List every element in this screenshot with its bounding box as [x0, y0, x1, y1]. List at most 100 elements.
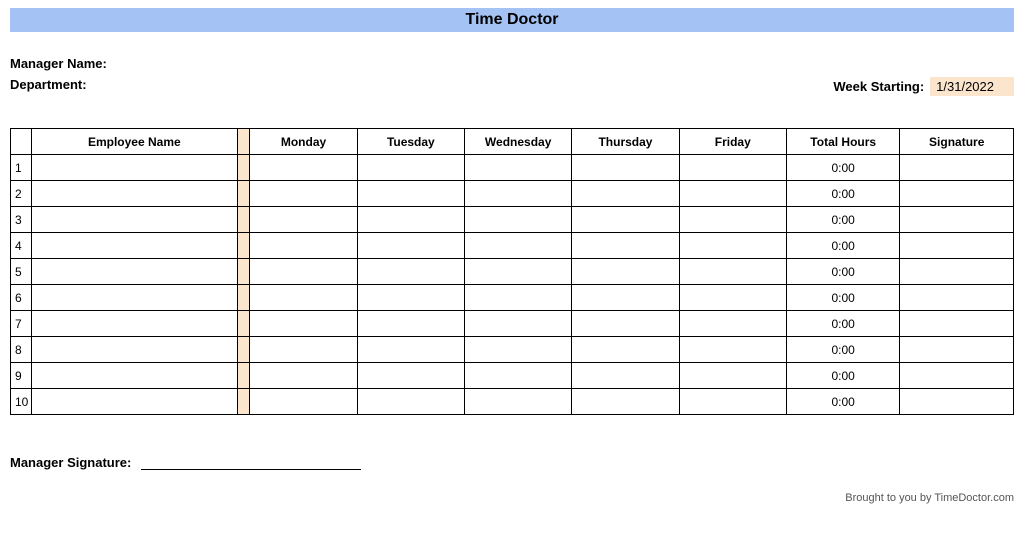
- employee-cell[interactable]: [31, 207, 237, 233]
- wed-cell[interactable]: [465, 389, 572, 415]
- row-index: 3: [11, 207, 32, 233]
- total-cell: 0:00: [786, 311, 900, 337]
- thu-cell[interactable]: [572, 233, 679, 259]
- col-tuesday: Tuesday: [357, 129, 464, 155]
- tue-cell[interactable]: [357, 285, 464, 311]
- gap-cell: [238, 389, 250, 415]
- gap-cell: [238, 285, 250, 311]
- gap-cell: [238, 311, 250, 337]
- fri-cell[interactable]: [679, 337, 786, 363]
- fri-cell[interactable]: [679, 181, 786, 207]
- tue-cell[interactable]: [357, 259, 464, 285]
- row-index: 2: [11, 181, 32, 207]
- mon-cell[interactable]: [250, 389, 357, 415]
- signature-cell[interactable]: [900, 181, 1014, 207]
- table-row: 10:00: [11, 155, 1014, 181]
- signature-cell[interactable]: [900, 207, 1014, 233]
- signature-cell[interactable]: [900, 285, 1014, 311]
- signature-cell[interactable]: [900, 389, 1014, 415]
- wed-cell[interactable]: [465, 181, 572, 207]
- employee-cell[interactable]: [31, 181, 237, 207]
- thu-cell[interactable]: [572, 155, 679, 181]
- mon-cell[interactable]: [250, 337, 357, 363]
- total-cell: 0:00: [786, 155, 900, 181]
- mon-cell[interactable]: [250, 181, 357, 207]
- wed-cell[interactable]: [465, 155, 572, 181]
- employee-cell[interactable]: [31, 389, 237, 415]
- thu-cell[interactable]: [572, 363, 679, 389]
- signature-cell[interactable]: [900, 363, 1014, 389]
- employee-cell[interactable]: [31, 259, 237, 285]
- thu-cell[interactable]: [572, 207, 679, 233]
- total-cell: 0:00: [786, 181, 900, 207]
- wed-cell[interactable]: [465, 337, 572, 363]
- wed-cell[interactable]: [465, 285, 572, 311]
- manager-signature-line[interactable]: [141, 469, 361, 470]
- manager-name-label: Manager Name:: [10, 56, 107, 71]
- fri-cell[interactable]: [679, 389, 786, 415]
- tue-cell[interactable]: [357, 389, 464, 415]
- tue-cell[interactable]: [357, 233, 464, 259]
- total-cell: 0:00: [786, 363, 900, 389]
- total-cell: 0:00: [786, 337, 900, 363]
- signature-cell[interactable]: [900, 259, 1014, 285]
- employee-cell[interactable]: [31, 233, 237, 259]
- gap-cell: [238, 233, 250, 259]
- signature-cell[interactable]: [900, 233, 1014, 259]
- wed-cell[interactable]: [465, 207, 572, 233]
- fri-cell[interactable]: [679, 207, 786, 233]
- row-index: 9: [11, 363, 32, 389]
- thu-cell[interactable]: [572, 181, 679, 207]
- manager-signature-label: Manager Signature:: [10, 455, 131, 470]
- total-cell: 0:00: [786, 285, 900, 311]
- tue-cell[interactable]: [357, 337, 464, 363]
- mon-cell[interactable]: [250, 311, 357, 337]
- fri-cell[interactable]: [679, 285, 786, 311]
- mon-cell[interactable]: [250, 363, 357, 389]
- employee-cell[interactable]: [31, 363, 237, 389]
- row-index: 8: [11, 337, 32, 363]
- total-cell: 0:00: [786, 389, 900, 415]
- fri-cell[interactable]: [679, 311, 786, 337]
- gap-cell: [238, 337, 250, 363]
- fri-cell[interactable]: [679, 363, 786, 389]
- wed-cell[interactable]: [465, 311, 572, 337]
- employee-cell[interactable]: [31, 155, 237, 181]
- week-starting-value[interactable]: 1/31/2022: [930, 77, 1014, 96]
- tue-cell[interactable]: [357, 363, 464, 389]
- signature-cell[interactable]: [900, 155, 1014, 181]
- fri-cell[interactable]: [679, 233, 786, 259]
- tue-cell[interactable]: [357, 207, 464, 233]
- mon-cell[interactable]: [250, 259, 357, 285]
- signature-cell[interactable]: [900, 311, 1014, 337]
- gap-cell: [238, 363, 250, 389]
- wed-cell[interactable]: [465, 363, 572, 389]
- employee-cell[interactable]: [31, 285, 237, 311]
- thu-cell[interactable]: [572, 285, 679, 311]
- mon-cell[interactable]: [250, 207, 357, 233]
- wed-cell[interactable]: [465, 259, 572, 285]
- employee-cell[interactable]: [31, 311, 237, 337]
- table-row: 10 0:00: [11, 389, 1014, 415]
- col-signature: Signature: [900, 129, 1014, 155]
- tue-cell[interactable]: [357, 181, 464, 207]
- wed-cell[interactable]: [465, 233, 572, 259]
- mon-cell[interactable]: [250, 155, 357, 181]
- fri-cell[interactable]: [679, 259, 786, 285]
- mon-cell[interactable]: [250, 285, 357, 311]
- gap-cell: [238, 155, 250, 181]
- thu-cell[interactable]: [572, 259, 679, 285]
- tue-cell[interactable]: [357, 155, 464, 181]
- table-row: 50:00: [11, 259, 1014, 285]
- table-row: 8 0:00: [11, 337, 1014, 363]
- row-index: 10: [11, 389, 32, 415]
- signature-cell[interactable]: [900, 337, 1014, 363]
- tue-cell[interactable]: [357, 311, 464, 337]
- fri-cell[interactable]: [679, 155, 786, 181]
- thu-cell[interactable]: [572, 337, 679, 363]
- thu-cell[interactable]: [572, 389, 679, 415]
- thu-cell[interactable]: [572, 311, 679, 337]
- col-friday: Friday: [679, 129, 786, 155]
- mon-cell[interactable]: [250, 233, 357, 259]
- employee-cell[interactable]: [31, 337, 237, 363]
